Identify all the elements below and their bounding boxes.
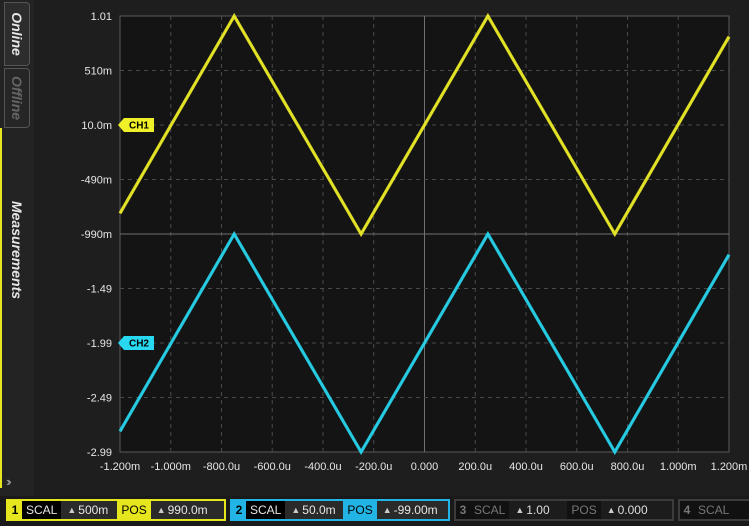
scope-display[interactable]: -1.200m -1.000m -800.0u -600.0u -400.0u -200.…	[34, 0, 749, 480]
y-tick-label: 510m	[84, 66, 112, 78]
channel-3-pos-label: POS	[571, 503, 597, 517]
channel-control-bar: 1 SCAL ▲︎ 500m POS ▲︎ 990.0m 2 SCAL ▲︎ 50.0…	[0, 496, 749, 526]
y-tick-label: -1.99	[87, 338, 112, 350]
channel-2-controls[interactable]: 2 SCAL ▲︎ 50.0m POS ▲︎ -99.00m	[230, 499, 450, 521]
up-down-arrows-icon[interactable]: ▲︎	[289, 505, 302, 515]
left-accent-bar	[0, 128, 2, 488]
channel-3-scale-field[interactable]: ▲︎ 1.00	[509, 501, 568, 519]
y-tick-label: -490m	[81, 175, 112, 187]
tab-online-label: Online	[9, 12, 25, 56]
x-tick-label: -200.0u	[355, 461, 392, 473]
tab-offline-label: Offline	[9, 75, 26, 121]
channel-2-pos-field[interactable]: ▲︎ -99.00m	[376, 501, 448, 519]
channel-2-scale-label: SCAL	[246, 501, 286, 519]
x-tick-label: 1.000m	[660, 461, 697, 473]
channel-marker-ch1[interactable]: CH1	[118, 118, 154, 132]
channel-4-number: 4	[683, 503, 691, 517]
x-tick-label: -800.0u	[203, 461, 240, 473]
channel-1-scale-value: 500m	[78, 503, 109, 517]
channel-2-scale-value: 50.0m	[302, 503, 336, 517]
channel-3-number: 3	[459, 503, 467, 517]
up-down-arrows-icon[interactable]: ▲︎	[381, 505, 394, 515]
x-tick-label: 600.0u	[560, 461, 594, 473]
double-chevron-right-icon[interactable]: ››	[6, 474, 11, 489]
channel-1-pos-value: 990.0m	[167, 503, 208, 517]
y-tick-label: -990m	[81, 229, 112, 241]
up-down-arrows-icon[interactable]: ▲︎	[65, 505, 78, 515]
x-tick-label: -400.0u	[304, 461, 341, 473]
x-tick-label: 1.200m	[711, 461, 748, 473]
x-tick-label: -600.0u	[254, 461, 291, 473]
x-tick-label: -1.000m	[151, 461, 191, 473]
channel-3-pos-field[interactable]: ▲︎ 0.000	[600, 501, 672, 519]
channel-1-controls[interactable]: 1 SCAL ▲︎ 500m POS ▲︎ 990.0m	[6, 499, 226, 521]
channel-2-number: 2	[232, 501, 246, 519]
x-tick-label: -1.200m	[100, 461, 140, 473]
tab-online[interactable]: Online	[4, 2, 30, 66]
channel-3-pos-value: 0.000	[617, 503, 648, 517]
y-tick-label: 1.01	[91, 11, 112, 23]
tab-measurements[interactable]: Measurements	[4, 180, 30, 320]
channel-2-scale-field[interactable]: ▲︎ 50.0m	[285, 501, 344, 519]
x-tick-label: 800.0u	[611, 461, 645, 473]
channel-2-pos-label: POS	[343, 501, 377, 519]
channel-4-controls[interactable]: 4 SCAL	[678, 499, 749, 521]
up-down-arrows-icon[interactable]: ▲︎	[155, 505, 168, 515]
y-tick-label: -2.99	[87, 447, 112, 459]
channel-3-scale-value: 1.00	[526, 503, 550, 517]
x-tick-label: 400.0u	[509, 461, 543, 473]
channel-marker-ch2[interactable]: CH2	[118, 336, 154, 350]
channel-marker-label: CH2	[129, 339, 149, 350]
tab-measurements-label: Measurements	[9, 200, 26, 300]
x-tick-label: 200.0u	[458, 461, 492, 473]
up-down-arrows-icon[interactable]: ▲︎	[605, 505, 618, 515]
channel-2-pos-value: -99.00m	[393, 503, 438, 517]
tab-offline[interactable]: Offline	[4, 68, 30, 128]
channel-1-pos-label: POS	[117, 501, 151, 519]
side-tab-panel: Online Offline Measurements ››	[0, 0, 34, 496]
y-tick-label: -2.49	[87, 393, 112, 405]
channel-marker-label: CH1	[129, 121, 149, 132]
channel-1-scale-field[interactable]: ▲︎ 500m	[61, 501, 118, 519]
waveform-plot: -1.200m -1.000m -800.0u -600.0u -400.0u -200.…	[81, 11, 748, 473]
channel-4-scale-label: SCAL	[698, 503, 730, 517]
channel-3-scale-label: SCAL	[474, 503, 506, 517]
x-tick-label: 0.000	[411, 461, 439, 473]
channel-1-pos-field[interactable]: ▲︎ 990.0m	[150, 501, 224, 519]
channel-3-controls[interactable]: 3 SCAL ▲︎ 1.00 POS ▲︎ 0.000	[454, 499, 674, 521]
y-tick-label: 10.0m	[81, 120, 112, 132]
channel-1-scale-label: SCAL	[22, 501, 62, 519]
channel-1-number: 1	[8, 501, 22, 519]
up-down-arrows-icon[interactable]: ▲︎	[513, 505, 526, 515]
y-tick-label: -1.49	[87, 284, 112, 296]
